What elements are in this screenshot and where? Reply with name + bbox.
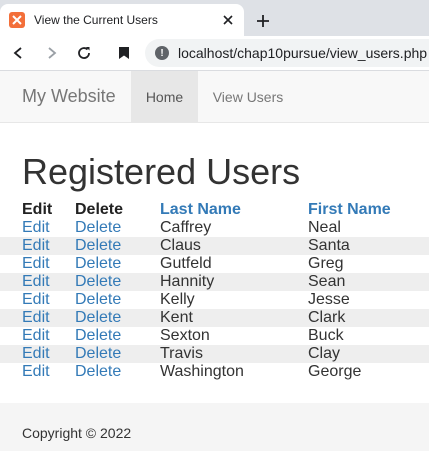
site-brand[interactable]: My Website: [22, 86, 116, 107]
edit-link[interactable]: Edit: [0, 237, 75, 255]
delete-link[interactable]: Delete: [75, 363, 160, 381]
table-row: Edit Delete Caffrey Neal: [0, 219, 429, 237]
tab-title: View the Current Users: [34, 13, 158, 27]
users-table: Edit Delete Last Name First Name Edit De…: [0, 201, 429, 381]
table-row: Edit Delete Gutfeld Greg: [0, 255, 429, 273]
last-name-cell: Washington: [160, 363, 244, 380]
table-row: Edit Delete Hannity Sean: [0, 273, 429, 291]
back-arrow-icon[interactable]: [8, 43, 28, 63]
delete-link[interactable]: Delete: [75, 291, 160, 309]
last-name-cell: Claus: [160, 237, 201, 254]
first-name-cell: Clark: [308, 309, 346, 326]
last-name-cell: Hannity: [160, 273, 215, 290]
first-name-cell: Clay: [308, 345, 341, 362]
last-name-cell: Kelly: [160, 291, 195, 308]
delete-link[interactable]: Delete: [75, 345, 160, 363]
copyright-text: Copyright © 2022: [22, 425, 132, 441]
first-name-cell: Neal: [308, 219, 341, 236]
delete-link[interactable]: Delete: [75, 309, 160, 327]
table-row: Edit Delete Washington George: [0, 363, 429, 381]
last-name-cell: Travis: [160, 345, 203, 362]
header-first-name-sort-link[interactable]: First Name: [308, 201, 429, 219]
first-name-cell: Sean: [308, 273, 346, 290]
browser-tab[interactable]: View the Current Users: [0, 4, 244, 36]
plus-icon[interactable]: [252, 10, 274, 32]
site-navbar: My Website Home View Users: [0, 71, 429, 123]
info-icon[interactable]: !: [155, 46, 169, 60]
last-name-cell: Sexton: [160, 327, 210, 344]
last-name-cell: Gutfeld: [160, 255, 212, 272]
edit-link[interactable]: Edit: [0, 327, 75, 345]
first-name-cell: Santa: [308, 237, 350, 254]
edit-link[interactable]: Edit: [0, 291, 75, 309]
edit-link[interactable]: Edit: [0, 219, 75, 237]
table-row: Edit Delete Kent Clark: [0, 309, 429, 327]
first-name-cell: Greg: [308, 255, 344, 272]
header-delete: Delete: [75, 201, 124, 218]
first-name-cell: George: [308, 363, 362, 380]
delete-link[interactable]: Delete: [75, 327, 160, 345]
edit-link[interactable]: Edit: [0, 309, 75, 327]
table-header-row: Edit Delete Last Name First Name: [0, 201, 429, 219]
edit-link[interactable]: Edit: [0, 363, 75, 381]
edit-link[interactable]: Edit: [0, 255, 75, 273]
browser-tab-strip: View the Current Users: [0, 0, 429, 36]
xampp-favicon-icon: [9, 12, 25, 28]
edit-link[interactable]: Edit: [0, 273, 75, 291]
first-name-cell: Buck: [308, 327, 344, 344]
nav-link-home[interactable]: Home: [131, 71, 198, 122]
page-title: Registered Users: [22, 151, 301, 192]
nav-link-view-users[interactable]: View Users: [198, 71, 298, 122]
reload-icon[interactable]: [74, 43, 94, 63]
delete-link[interactable]: Delete: [75, 273, 160, 291]
last-name-cell: Kent: [160, 309, 193, 326]
table-row: Edit Delete Claus Santa: [0, 237, 429, 255]
close-icon[interactable]: [220, 12, 236, 28]
edit-link[interactable]: Edit: [0, 345, 75, 363]
delete-link[interactable]: Delete: [75, 255, 160, 273]
table-row: Edit Delete Sexton Buck: [0, 327, 429, 345]
header-last-name-sort-link[interactable]: Last Name: [160, 201, 308, 219]
bookmark-icon[interactable]: [114, 43, 134, 63]
browser-toolbar: ! localhost/chap10pursue/view_users.php: [0, 36, 429, 71]
url-text: localhost/chap10pursue/view_users.php: [178, 45, 428, 61]
table-row: Edit Delete Kelly Jesse: [0, 291, 429, 309]
address-bar[interactable]: ! localhost/chap10pursue/view_users.php: [145, 39, 429, 67]
delete-link[interactable]: Delete: [75, 237, 160, 255]
forward-arrow-icon[interactable]: [42, 43, 62, 63]
table-row: Edit Delete Travis Clay: [0, 345, 429, 363]
delete-link[interactable]: Delete: [75, 219, 160, 237]
last-name-cell: Caffrey: [160, 219, 212, 236]
header-edit: Edit: [22, 201, 53, 218]
first-name-cell: Jesse: [308, 291, 350, 308]
site-footer: Copyright © 2022: [0, 403, 429, 451]
